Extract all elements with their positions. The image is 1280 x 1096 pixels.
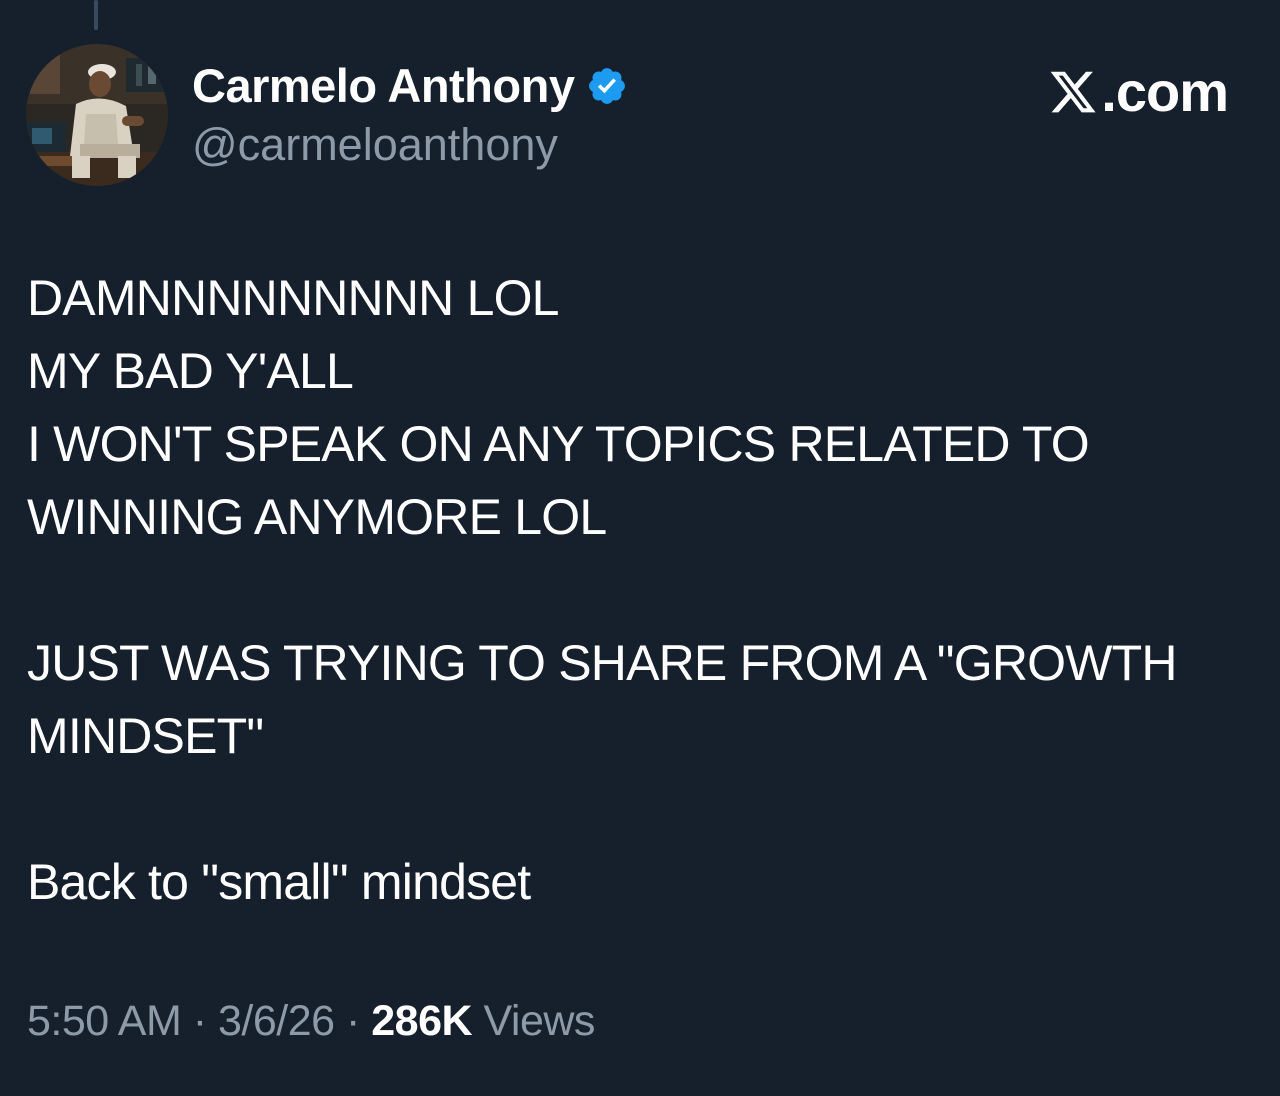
brand-domain-text: .com — [1101, 60, 1229, 123]
tweet-line: I WON'T SPEAK ON ANY TOPICS RELATED TO — [27, 416, 1090, 472]
tweet-timestamp-time[interactable]: 5:50 AM — [27, 997, 182, 1045]
meta-separator: · — [181, 997, 218, 1045]
author-display-name[interactable]: Carmelo Anthony — [192, 58, 575, 114]
avatar-photo — [26, 44, 168, 186]
tweet-metadata: 5:50 AM · 3/6/26 · 286K Views — [27, 993, 595, 1049]
author-name-row[interactable]: Carmelo Anthony — [192, 58, 628, 114]
verified-badge-icon — [589, 68, 626, 104]
tweet-line: WINNING ANYMORE LOL — [27, 489, 607, 545]
views-label: Views — [472, 997, 596, 1045]
tweet-timestamp-date[interactable]: 3/6/26 — [218, 997, 335, 1045]
thread-connector-line — [94, 0, 98, 30]
brand-watermark: .com — [1047, 60, 1229, 123]
x-logo-icon — [1050, 71, 1096, 113]
meta-separator: · — [334, 997, 372, 1045]
tweet-line: MINDSET" — [27, 708, 264, 764]
author-handle[interactable]: @carmeloanthony — [192, 120, 558, 170]
tweet-text: DAMNNNNNNNNN LOL MY BAD Y'ALL I WON'T SP… — [27, 262, 1257, 919]
tweet-line: Back to "small" mindset — [27, 854, 531, 910]
tweet-line: DAMNNNNNNNNN LOL — [27, 270, 559, 326]
tweet-line: MY BAD Y'ALL — [27, 343, 354, 399]
tweet-line: JUST WAS TRYING TO SHARE FROM A "GROWTH — [27, 635, 1177, 691]
views-count: 286K — [371, 997, 473, 1045]
avatar[interactable] — [26, 44, 168, 186]
